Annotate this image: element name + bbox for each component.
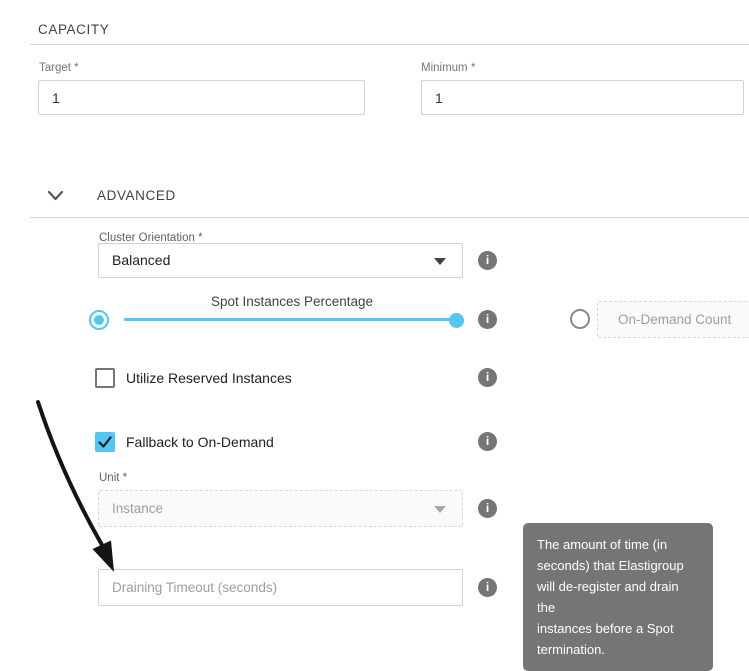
spot-percentage-label: Spot Instances Percentage (126, 294, 458, 309)
utilize-reserved-info-icon[interactable]: i (478, 368, 497, 387)
on-demand-count-input (597, 301, 749, 338)
on-demand-count-radio[interactable] (570, 309, 590, 329)
cluster-orientation-info-icon[interactable]: i (478, 251, 497, 270)
fallback-on-demand-checkbox[interactable] (95, 432, 115, 452)
caret-down-icon (434, 258, 446, 265)
utilize-reserved-label: Utilize Reserved Instances (126, 368, 292, 388)
minimum-label: Minimum * (421, 61, 475, 75)
utilize-reserved-checkbox[interactable] (95, 368, 115, 388)
tooltip-line: seconds) that Elastigroup (537, 555, 699, 576)
fallback-on-demand-info-icon[interactable]: i (478, 432, 497, 451)
unit-label: Unit * (99, 471, 127, 485)
capacity-form: CAPACITY Target * Minimum * ADVANCED Clu… (0, 0, 749, 671)
spot-percentage-slider-thumb[interactable] (449, 313, 464, 328)
target-input[interactable] (38, 80, 365, 115)
target-label: Target * (39, 61, 79, 75)
draining-timeout-info-icon[interactable]: i (478, 578, 497, 597)
spot-percentage-radio[interactable] (89, 310, 109, 330)
tooltip-line: The amount of time (in (537, 534, 699, 555)
minimum-input[interactable] (421, 80, 744, 115)
fallback-on-demand-label: Fallback to On-Demand (126, 432, 274, 452)
unit-select: Instance (98, 490, 463, 527)
tooltip-line: instances before a Spot (537, 618, 699, 639)
unit-info-icon[interactable]: i (478, 499, 497, 518)
caret-down-icon (434, 506, 446, 513)
unit-value: Instance (99, 491, 462, 526)
advanced-divider (30, 217, 749, 218)
cluster-orientation-value: Balanced (99, 244, 462, 277)
spot-percentage-info-icon[interactable]: i (478, 310, 497, 329)
tooltip-line: will de-register and drain the (537, 576, 699, 618)
draining-timeout-input[interactable] (98, 569, 463, 606)
capacity-section-title: CAPACITY (38, 22, 109, 38)
capacity-divider (30, 44, 749, 45)
draining-timeout-tooltip: The amount of time (in seconds) that Ela… (523, 523, 713, 671)
tooltip-line: termination. (537, 639, 699, 660)
advanced-collapse-chevron-icon[interactable] (47, 189, 64, 201)
cluster-orientation-select[interactable]: Balanced (98, 243, 463, 278)
spot-percentage-slider-track[interactable] (124, 318, 456, 321)
advanced-section-title[interactable]: ADVANCED (97, 188, 176, 204)
checkmark-icon (95, 432, 115, 452)
